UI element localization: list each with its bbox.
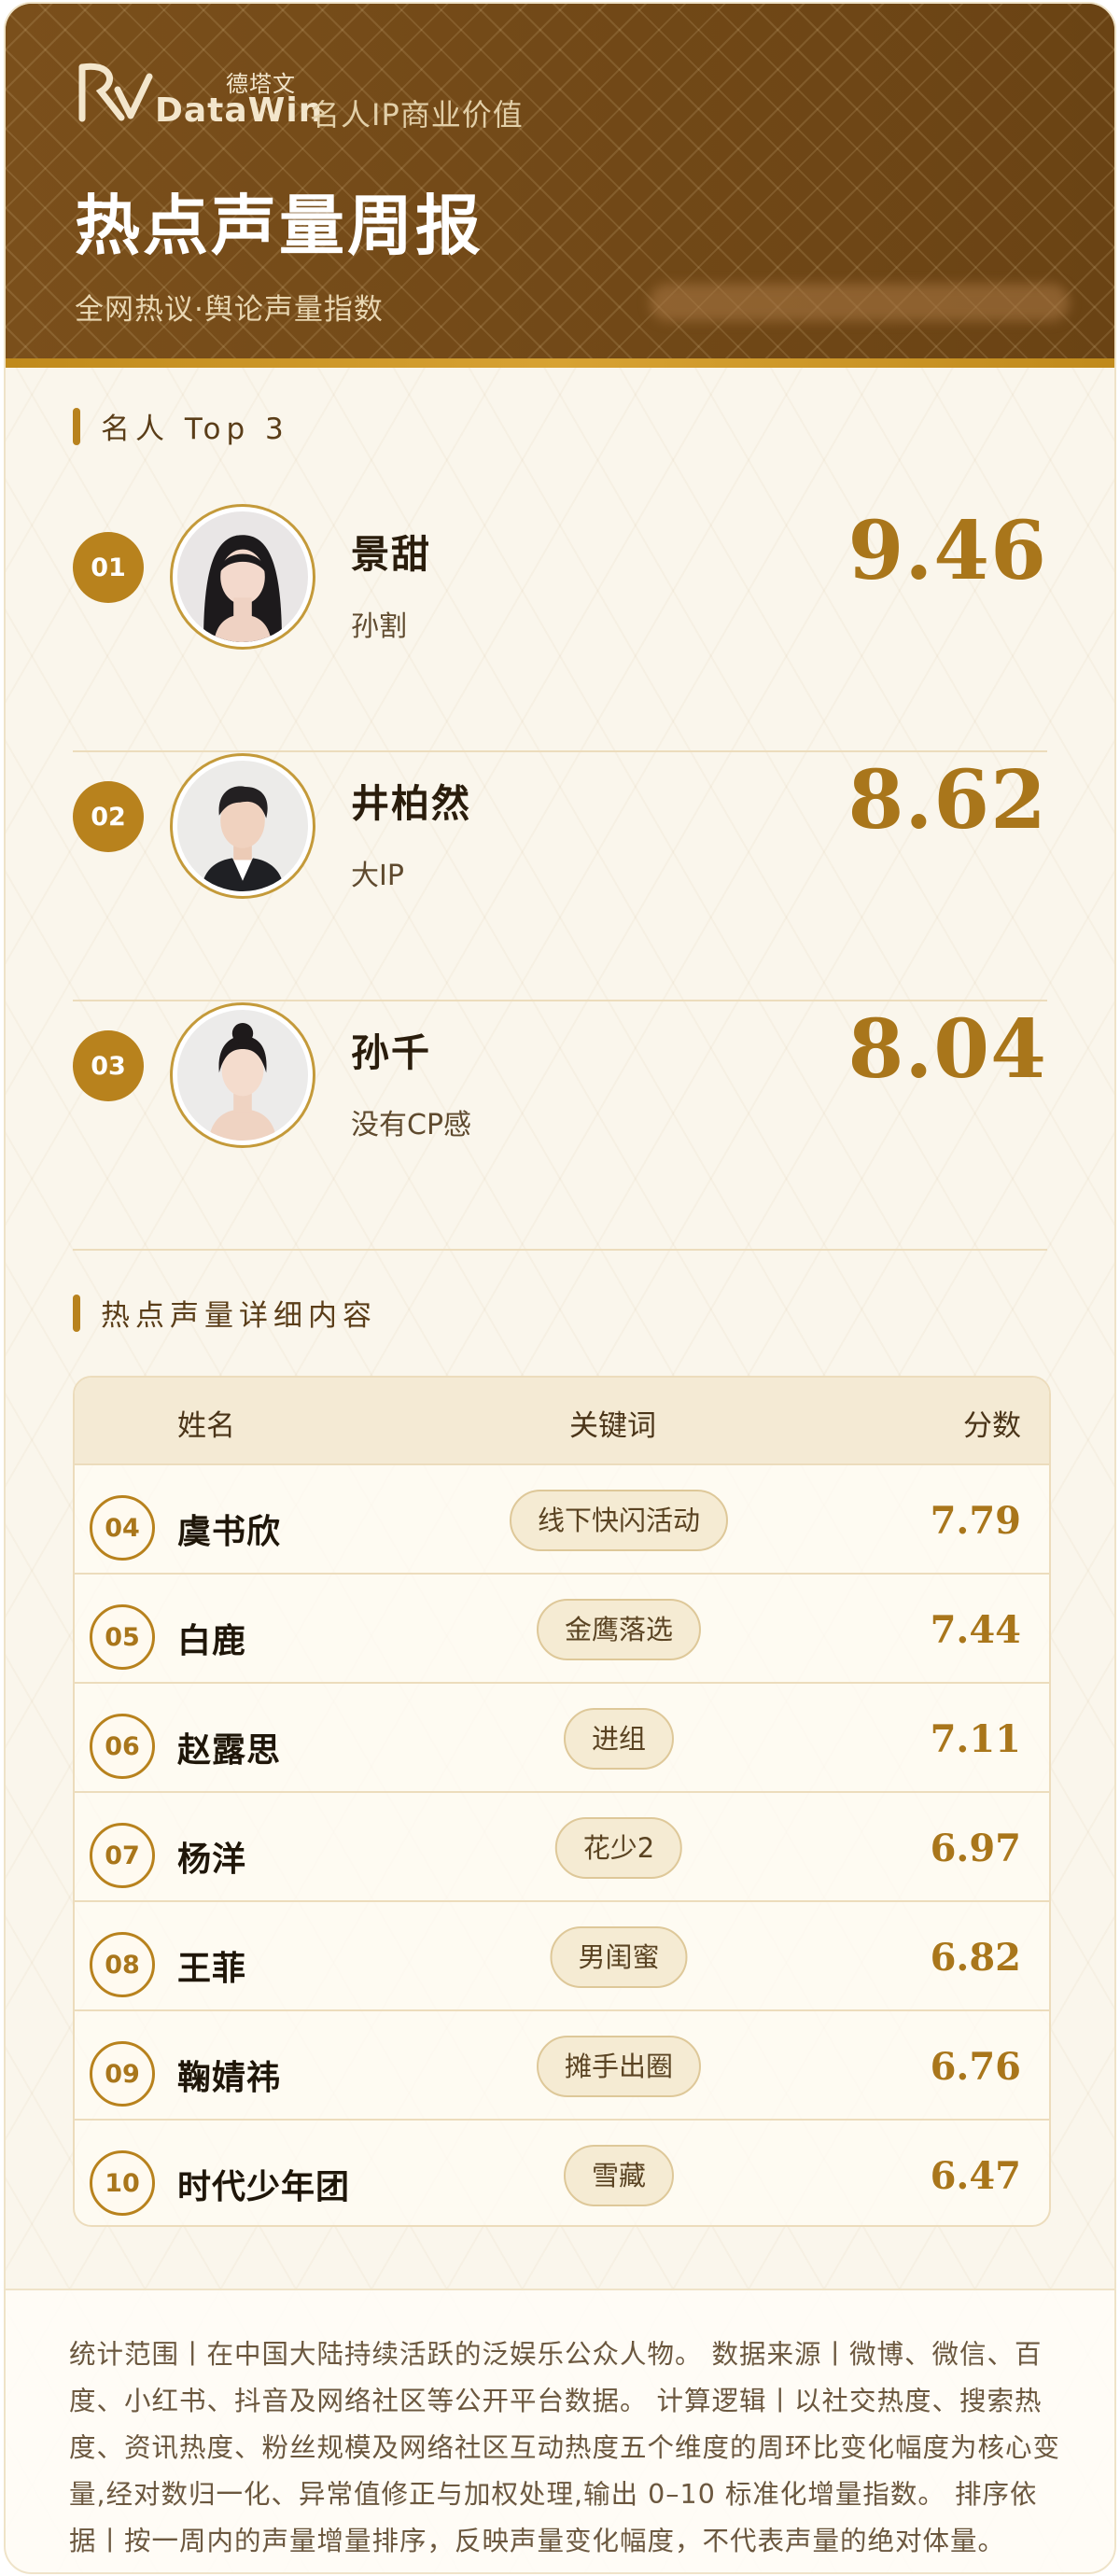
row-rank: 04 [90,1495,155,1561]
brand-name-en: DataWin [155,91,324,130]
row-name: 鞠婧祎 [177,2059,282,2097]
row-rank: 10 [90,2150,155,2216]
row-name: 时代少年团 [177,2168,351,2206]
brand-tagline: 名人IP商业价值 [310,97,524,133]
keyword-tag: 花少2 [554,1817,683,1879]
row-score: 6.97 [930,1827,1021,1870]
celebrity-name: 景甜 [351,532,431,577]
row-score: 6.47 [930,2154,1021,2198]
row-score: 6.82 [930,1936,1021,1980]
top3-item[interactable]: 02 井柏然 大IP 8.62 [6,753,1114,1001]
row-rank: 08 [90,1932,155,1997]
celebrity-score: 9.46 [847,504,1047,598]
avatar [170,504,315,650]
section-marker [73,1294,80,1332]
celebrity-score: 8.62 [847,753,1047,847]
celebrity-keyword: 大IP [351,860,404,892]
rank-badge: 03 [73,1030,144,1101]
row-name: 赵露思 [177,1731,282,1770]
top3-section-label: 名人 Top 3 [101,413,289,446]
keyword-tag: 金鹰落选 [536,1599,702,1660]
top3-item[interactable]: 01 景甜 孙割 9.46 [6,504,1114,752]
row-rank: 06 [90,1714,155,1779]
avatar [170,1002,315,1148]
table-row[interactable]: 05 白鹿 金鹰落选 7.44 [75,1573,1049,1682]
table-row[interactable]: 08 王菲 男闺蜜 6.82 [75,1900,1049,2009]
detail-table: 姓名 关键词 分数 04 虞书欣 线下快闪活动 7.79 05 白鹿 金鹰落选 … [73,1376,1051,2227]
celebrity-keyword: 孙割 [351,610,407,643]
table-row[interactable]: 09 鞠婧祎 摊手出圈 6.76 [75,2009,1049,2119]
row-score: 7.44 [930,1608,1021,1652]
divider [73,750,1047,752]
report-title: 热点声量周报 [75,188,483,264]
keyword-tag: 进组 [563,1708,675,1770]
keyword-tag: 男闺蜜 [550,1926,688,1988]
table-row[interactable]: 07 杨洋 花少2 6.97 [75,1791,1049,1900]
keyword-tag: 雪藏 [563,2145,675,2206]
report-card: 德塔文 DataWin 名人IP商业价值 热点声量周报 全网热议·舆论声量指数 … [4,2,1116,2574]
column-header-name: 姓名 [177,1409,235,1443]
row-score: 7.79 [930,1499,1021,1543]
report-header: 德塔文 DataWin 名人IP商业价值 热点声量周报 全网热议·舆论声量指数 [6,4,1114,368]
avatar [170,753,315,899]
celebrity-name: 井柏然 [351,781,471,826]
table-header: 姓名 关键词 分数 [75,1378,1049,1463]
rank-badge: 01 [73,532,144,603]
detail-section-title: 热点声量详细内容 [73,1292,377,1334]
top3-item[interactable]: 03 孙千 没有CP感 8.04 [6,1002,1114,1251]
report-subtitle: 全网热议·舆论声量指数 [75,293,384,327]
section-marker [73,407,80,445]
table-row[interactable]: 10 时代少年团 雪藏 6.47 [75,2119,1049,2225]
column-header-keyword: 关键词 [569,1409,656,1443]
divider [73,1249,1047,1251]
row-rank: 07 [90,1823,155,1888]
celebrity-name: 孙千 [351,1030,431,1075]
table-row[interactable]: 04 虞书欣 线下快闪活动 7.79 [75,1463,1049,1573]
row-rank: 09 [90,2041,155,2107]
rank-badge: 02 [73,781,144,852]
row-name: 虞书欣 [177,1513,282,1551]
row-name: 白鹿 [177,1622,247,1660]
avatar-portrait-icon [177,1010,308,1141]
keyword-tag: 线下快闪活动 [509,1490,729,1551]
methodology-text: 统计范围丨在中国大陆持续活跃的泛娱乐公众人物。 数据来源丨微博、微信、百度、小红… [69,2339,1061,2556]
row-name: 王菲 [177,1950,247,1988]
methodology-footer: 统计范围丨在中国大陆持续活跃的泛娱乐公众人物。 数据来源丨微博、微信、百度、小红… [6,2289,1114,2572]
column-header-score: 分数 [963,1409,1021,1443]
detail-section-label: 热点声量详细内容 [101,1299,377,1333]
avatar-portrait-icon [177,511,308,642]
keyword-tag: 摊手出圈 [536,2036,702,2097]
top3-section-title: 名人 Top 3 [73,405,289,447]
datawin-logo-icon [78,63,153,122]
celebrity-score: 8.04 [847,1002,1047,1097]
avatar-portrait-icon [177,761,308,891]
divider [73,1000,1047,1001]
row-score: 6.76 [930,2045,1021,2089]
table-row[interactable]: 06 赵露思 进组 7.11 [75,1682,1049,1791]
row-score: 7.11 [930,1717,1021,1761]
row-rank: 05 [90,1604,155,1670]
celebrity-keyword: 没有CP感 [351,1109,472,1141]
row-name: 杨洋 [177,1841,247,1879]
blurred-date-range [650,284,1070,321]
